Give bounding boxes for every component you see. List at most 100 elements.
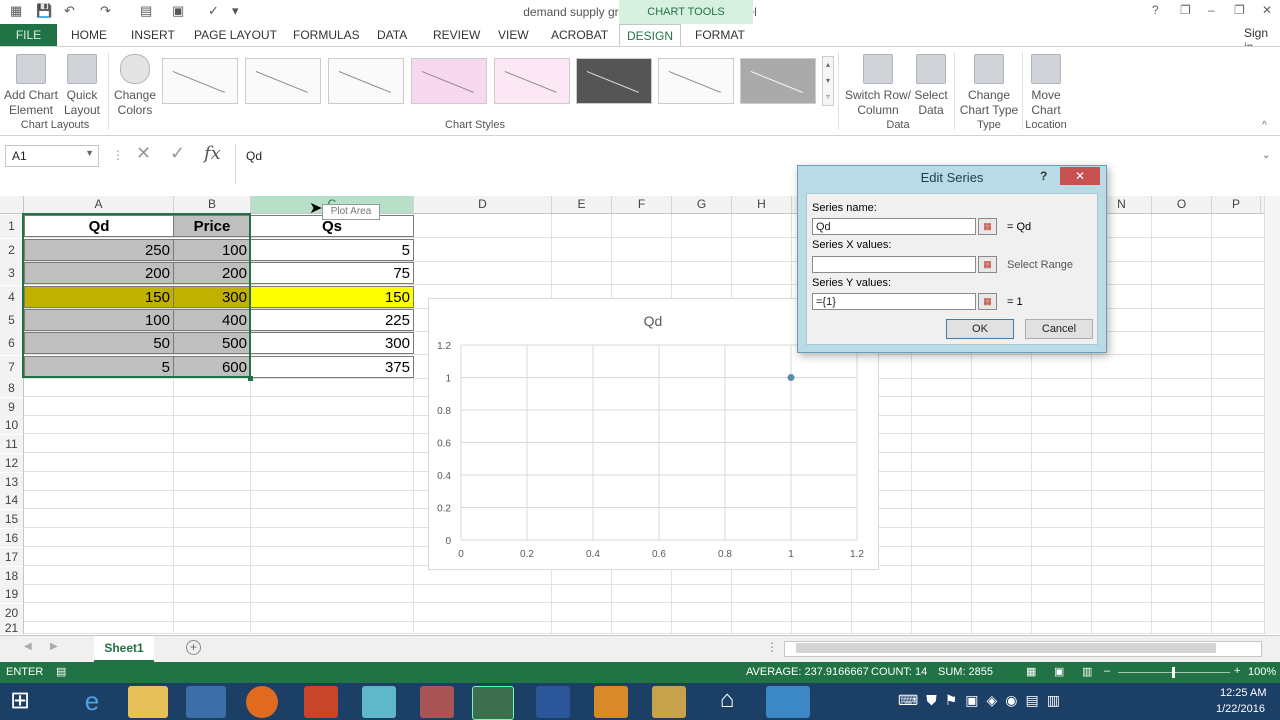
dialog-help-icon[interactable]: ?: [1040, 169, 1047, 183]
select-data-button[interactable]: Select Data: [912, 54, 950, 118]
scroll-sheets-right-icon[interactable]: ▶: [50, 641, 58, 652]
new-sheet-icon[interactable]: +: [186, 640, 201, 655]
series-name-input[interactable]: Qd: [812, 218, 976, 235]
name-box-dropdown-icon[interactable]: ▼: [85, 148, 94, 158]
powerpoint-icon[interactable]: [304, 686, 338, 718]
system-tray-icons[interactable]: ⌨⛊⚑▣◈◉▤▥: [898, 692, 1068, 709]
name-box[interactable]: A1 ▼: [5, 145, 99, 167]
cell-c3[interactable]: 75: [250, 262, 414, 284]
column-header-o[interactable]: O: [1152, 196, 1212, 213]
macro-record-icon[interactable]: ▤: [56, 665, 66, 678]
column-header-e[interactable]: E: [552, 196, 612, 213]
row-header-5[interactable]: 5: [0, 309, 23, 332]
row-header-20[interactable]: 20: [0, 604, 23, 622]
row-header-4[interactable]: 4: [0, 286, 23, 309]
page-break-view-icon[interactable]: ▥: [1082, 665, 1092, 678]
styles-gallery-scroll[interactable]: ▴ ▾ ▿: [822, 56, 834, 106]
cell-c4[interactable]: 150: [250, 286, 414, 308]
series-name-range-icon[interactable]: ▦: [978, 218, 997, 235]
switch-row-column-button[interactable]: Switch Row/ Column: [844, 54, 912, 118]
row-header-15[interactable]: 15: [0, 510, 23, 528]
ok-button[interactable]: OK: [946, 319, 1014, 339]
tab-home[interactable]: HOME: [71, 28, 107, 42]
move-chart-button[interactable]: Move Chart: [1026, 54, 1066, 118]
chart-style-6[interactable]: [576, 58, 652, 104]
tab-review[interactable]: REVIEW: [433, 28, 480, 42]
column-header-b[interactable]: B: [174, 196, 251, 213]
column-header-g[interactable]: G: [672, 196, 732, 213]
expand-formula-bar-icon[interactable]: ⌄: [1262, 150, 1270, 161]
chart-style-3[interactable]: [328, 58, 404, 104]
help-icon[interactable]: ?: [1152, 3, 1159, 17]
series-y-input[interactable]: ={1}: [812, 293, 976, 310]
column-header-h[interactable]: H: [732, 196, 792, 213]
row-header-12[interactable]: 12: [0, 454, 23, 472]
zoom-level[interactable]: 100%: [1248, 666, 1276, 678]
chart-style-5[interactable]: [494, 58, 570, 104]
notes-icon[interactable]: [362, 686, 396, 718]
chart-style-1[interactable]: [162, 58, 238, 104]
tab-page-layout[interactable]: PAGE LAYOUT: [194, 28, 277, 42]
chart-style-8[interactable]: [740, 58, 816, 104]
row-header-6[interactable]: 6: [0, 332, 23, 355]
cancel-button[interactable]: Cancel: [1025, 319, 1093, 339]
series-x-range-icon[interactable]: ▦: [978, 256, 997, 273]
tab-view[interactable]: VIEW: [498, 28, 529, 42]
ribbon-display-icon[interactable]: ❐: [1180, 3, 1191, 17]
change-colors-button[interactable]: Change Colors: [112, 54, 158, 118]
clock-time[interactable]: 12:25 AM: [1220, 687, 1266, 699]
tab-insert[interactable]: INSERT: [131, 28, 175, 42]
file-explorer-icon[interactable]: [128, 686, 168, 718]
row-header-1[interactable]: 1: [0, 215, 23, 238]
row-header-3[interactable]: 3: [0, 262, 23, 285]
row-header-16[interactable]: 16: [0, 529, 23, 547]
collapse-ribbon-icon[interactable]: ^: [1262, 120, 1267, 131]
column-header-a[interactable]: A: [24, 196, 174, 213]
tab-data[interactable]: DATA: [377, 28, 407, 42]
chart-style-7[interactable]: [658, 58, 734, 104]
cancel-entry-icon[interactable]: ✕: [136, 143, 151, 164]
chart-style-4[interactable]: [411, 58, 487, 104]
internet-explorer-icon[interactable]: e: [72, 686, 112, 718]
excel-taskbar-icon[interactable]: [472, 686, 514, 720]
fill-handle[interactable]: [248, 376, 253, 381]
firefox-icon[interactable]: [246, 686, 278, 718]
row-header-18[interactable]: 18: [0, 567, 23, 585]
restore-icon[interactable]: ❐: [1234, 3, 1245, 17]
normal-view-icon[interactable]: ▦: [1026, 665, 1036, 678]
cell-c6[interactable]: 300: [250, 332, 414, 354]
quick-layout-button[interactable]: Quick Layout: [60, 54, 104, 118]
row-header-2[interactable]: 2: [0, 239, 23, 262]
tab-file[interactable]: FILE: [0, 24, 57, 46]
dialog-close-button[interactable]: ✕: [1060, 167, 1100, 185]
scroll-sheets-left-icon[interactable]: ◀: [24, 641, 32, 652]
row-header-8[interactable]: 8: [0, 379, 23, 397]
chart-style-2[interactable]: [245, 58, 321, 104]
media-icon[interactable]: [594, 686, 628, 718]
row-header-17[interactable]: 17: [0, 548, 23, 566]
row-header-19[interactable]: 19: [0, 585, 23, 603]
clock-date[interactable]: 1/22/2016: [1216, 703, 1265, 715]
column-header-d[interactable]: D: [414, 196, 552, 213]
row-header-13[interactable]: 13: [0, 473, 23, 491]
start-button-icon[interactable]: ⊞: [10, 686, 30, 715]
row-header-9[interactable]: 9: [0, 398, 23, 416]
add-chart-element-button[interactable]: Add Chart Element: [2, 54, 60, 118]
change-chart-type-button[interactable]: Change Chart Type: [958, 54, 1020, 118]
tab-split-handle-icon[interactable]: ⋮: [766, 640, 778, 654]
app-icon[interactable]: [652, 686, 686, 718]
cell-c2[interactable]: 5: [250, 239, 414, 261]
row-header-11[interactable]: 11: [0, 435, 23, 453]
row-header-14[interactable]: 14: [0, 491, 23, 509]
column-header-f[interactable]: F: [612, 196, 672, 213]
zoom-in-icon[interactable]: +: [1234, 665, 1240, 677]
chrome-icon[interactable]: [186, 686, 226, 718]
column-header-p[interactable]: P: [1212, 196, 1261, 213]
select-all-button[interactable]: [0, 196, 24, 213]
series-x-input[interactable]: [812, 256, 976, 273]
minimize-icon[interactable]: –: [1208, 3, 1215, 17]
formula-input[interactable]: Qd: [235, 144, 1261, 184]
tab-format[interactable]: FORMAT: [695, 28, 745, 42]
cell-c5[interactable]: 225: [250, 309, 414, 331]
insert-function-icon[interactable]: fx: [204, 143, 221, 164]
